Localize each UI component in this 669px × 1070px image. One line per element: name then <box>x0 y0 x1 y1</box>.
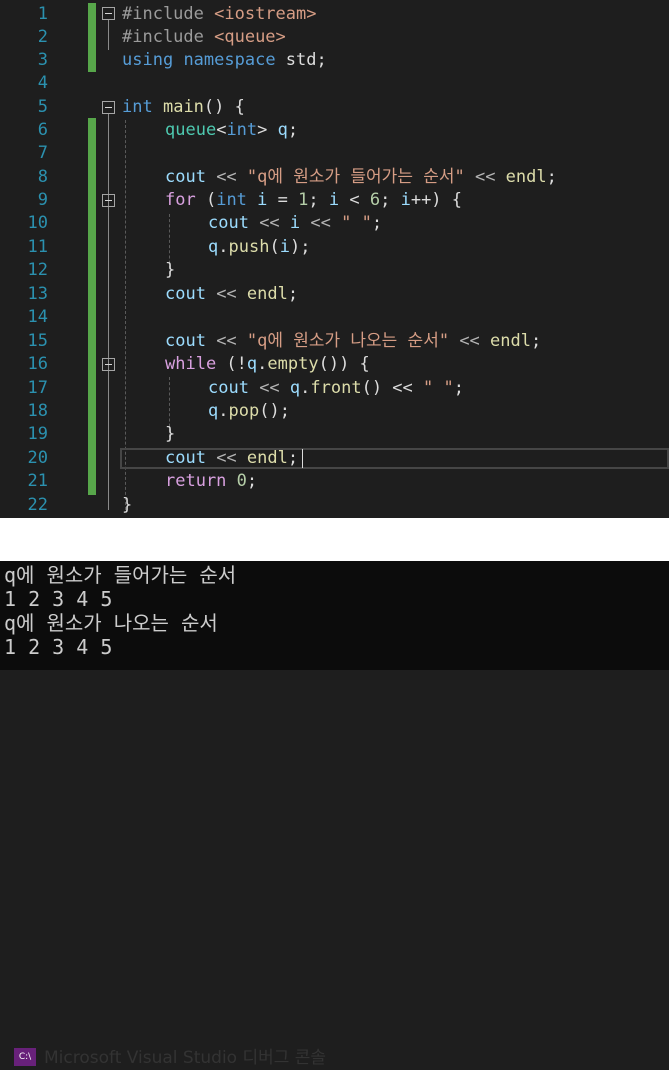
line-number: 11 <box>27 237 48 257</box>
line-number: 15 <box>27 331 48 351</box>
line-number: 13 <box>27 284 48 304</box>
code-line-3[interactable]: 3 using namespace std; <box>0 49 669 72</box>
code-line-21[interactable]: 21 return 0; <box>0 470 669 493</box>
code-line-13[interactable]: 13 cout << endl; <box>0 283 669 306</box>
line-number: 7 <box>37 143 48 163</box>
line-number: 8 <box>37 167 48 187</box>
line-number: 21 <box>27 471 48 491</box>
code-line-2[interactable]: 2 #include <queue> <box>0 26 669 49</box>
console-line: q에 원소가 나오는 순서 <box>4 611 218 635</box>
code-text: cout << endl; <box>165 448 299 468</box>
line-number: 3 <box>37 50 48 70</box>
code-line-7[interactable]: 7 <box>0 142 669 165</box>
code-text: cout << endl; <box>165 284 299 304</box>
line-number: 4 <box>37 73 48 93</box>
line-number: 14 <box>27 307 48 327</box>
code-line-14[interactable]: 14 <box>0 306 669 329</box>
console-title: Microsoft Visual Studio 디버그 콘솔 <box>44 1048 327 1068</box>
console-output[interactable]: q에 원소가 들어가는 순서 1 2 3 4 5 q에 원소가 나오는 순서 1… <box>0 561 669 670</box>
code-line-10[interactable]: 10 cout << i << " "; <box>0 212 669 235</box>
code-line-11[interactable]: 11 q.push(i); <box>0 236 669 259</box>
line-number: 2 <box>37 27 48 47</box>
code-line-15[interactable]: 15 cout << "q에 원소가 나오는 순서" << endl; <box>0 330 669 353</box>
code-text: cout << "q에 원소가 나오는 순서" << endl; <box>165 331 542 351</box>
line-number: 5 <box>37 97 48 117</box>
code-text: using namespace std; <box>122 50 327 70</box>
line-number: 20 <box>27 448 48 468</box>
code-text: } <box>122 495 133 515</box>
line-number: 18 <box>27 401 48 421</box>
console-line: 1 2 3 4 5 <box>4 635 113 659</box>
code-text: cout << "q에 원소가 들어가는 순서" << endl; <box>165 167 557 187</box>
code-text: cout << i << " "; <box>208 213 383 233</box>
line-number: 16 <box>27 354 48 374</box>
code-line-8[interactable]: 8 cout << "q에 원소가 들어가는 순서" << endl; <box>0 166 669 189</box>
line-number: 22 <box>27 495 48 515</box>
line-number: 10 <box>27 213 48 233</box>
code-text: queue<int> q; <box>165 120 299 140</box>
line-number: 12 <box>27 260 48 280</box>
code-text: return 0; <box>165 471 258 491</box>
code-text: q.push(i); <box>208 237 311 257</box>
code-text: for (int i = 1; i < 6; i++) { <box>165 190 463 210</box>
code-text: int main() { <box>122 97 245 117</box>
code-text: #include <iostream> <box>122 4 317 24</box>
code-line-20[interactable]: 20 cout << endl; <box>0 447 669 470</box>
code-line-19[interactable]: 19 } <box>0 423 669 446</box>
code-line-5[interactable]: 5 int main() { <box>0 96 669 119</box>
console-line: q에 원소가 들어가는 순서 <box>4 563 237 587</box>
code-text: cout << q.front() << " "; <box>208 378 464 398</box>
line-number: 19 <box>27 424 48 444</box>
line-number: 17 <box>27 378 48 398</box>
code-line-4[interactable]: 4 <box>0 72 669 95</box>
code-text: q.pop(); <box>208 401 290 421</box>
code-line-22[interactable]: 22 } <box>0 494 669 517</box>
code-line-9[interactable]: 9 for (int i = 1; i < 6; i++) { <box>0 189 669 212</box>
code-line-17[interactable]: 17 cout << q.front() << " "; <box>0 377 669 400</box>
line-number: 1 <box>37 4 48 24</box>
console-line: 1 2 3 4 5 <box>4 587 113 611</box>
code-line-16[interactable]: 16 while (!q.empty()) { <box>0 353 669 376</box>
code-line-1[interactable]: 1 #include <iostream> <box>0 3 669 26</box>
code-text: } <box>165 424 176 444</box>
code-text: } <box>165 260 176 280</box>
code-editor[interactable]: 1 #include <iostream> 2 #include <queue>… <box>0 0 669 518</box>
code-line-6[interactable]: 6 queue<int> q; <box>0 119 669 142</box>
line-number: 9 <box>37 190 48 210</box>
console-title-bar[interactable]: C:\ Microsoft Visual Studio 디버그 콘솔 <box>0 518 669 1068</box>
text-caret <box>302 449 303 468</box>
code-text: #include <queue> <box>122 27 286 47</box>
code-line-18[interactable]: 18 q.pop(); <box>0 400 669 423</box>
code-line-12[interactable]: 12 } <box>0 259 669 282</box>
line-number: 6 <box>37 120 48 140</box>
console-app-icon: C:\ <box>14 1048 36 1066</box>
code-text: while (!q.empty()) { <box>165 354 370 374</box>
